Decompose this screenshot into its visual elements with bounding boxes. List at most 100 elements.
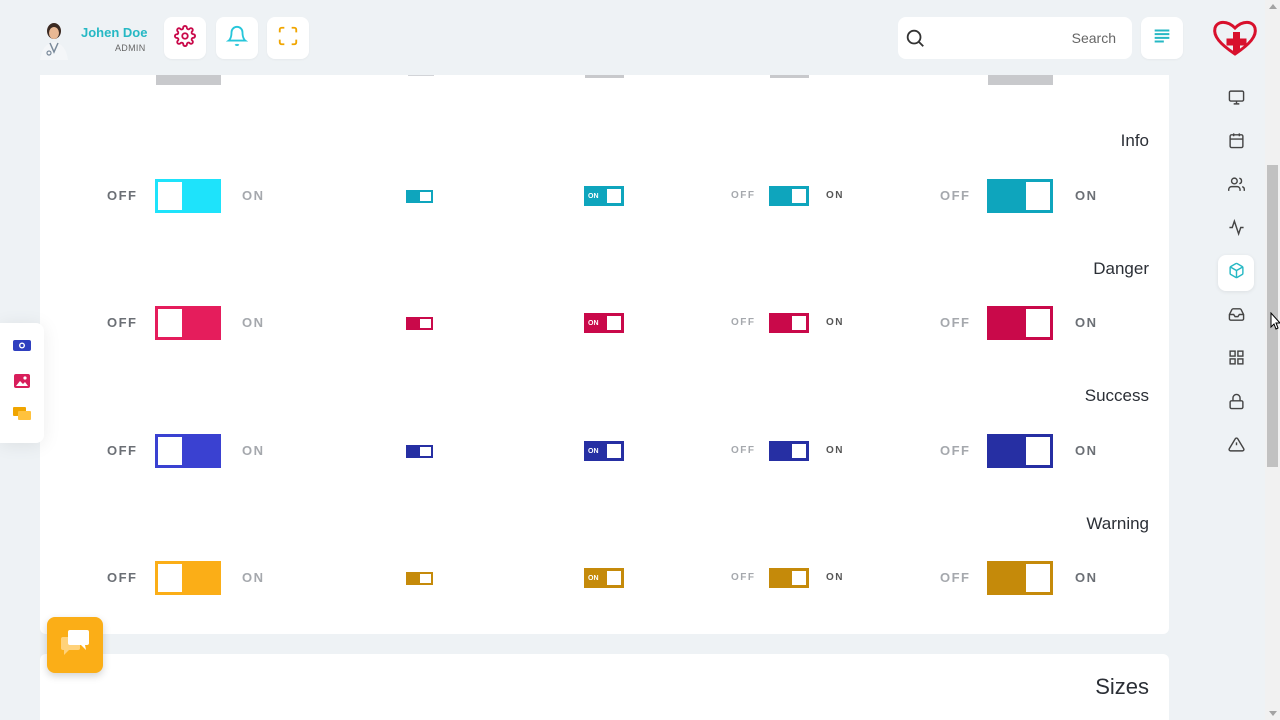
switch-success-xs[interactable] (406, 444, 433, 458)
off-label: OFF (107, 443, 138, 458)
lock-icon (1228, 393, 1245, 415)
off-label: OFF (940, 570, 971, 585)
on-label: ON (1075, 443, 1098, 458)
image-icon (14, 373, 30, 393)
switch-info-xs[interactable] (406, 189, 433, 203)
on-label: ON (826, 445, 844, 456)
switch-info-sm-on[interactable]: ON (584, 186, 624, 206)
off-label: OFF (940, 443, 971, 458)
on-label: ON (826, 572, 844, 583)
switch-colors-card: Info OFF ON ON OFF ON OFF ON Danger OFF ON ON OFF ON O… (40, 40, 1169, 634)
sizes-title: Sizes (1095, 674, 1149, 699)
switch-warning-sm-on[interactable]: ON (584, 568, 624, 588)
camera-icon (13, 338, 31, 357)
switch-knob (158, 309, 182, 337)
on-label: ON (242, 315, 265, 330)
off-label: OFF (731, 317, 756, 328)
on-label: ON (826, 190, 844, 201)
menu-toggle-button[interactable] (1141, 17, 1183, 59)
switch-knob (792, 571, 806, 585)
support-chat-button[interactable] (47, 617, 103, 673)
switch-danger-sm-on[interactable]: ON (584, 313, 624, 333)
search-input[interactable] (934, 17, 1126, 59)
switch-danger-xs[interactable] (406, 316, 433, 330)
group-label-danger: Danger (1093, 259, 1149, 278)
on-label: ON (1075, 570, 1098, 585)
user-name[interactable]: Johen Doe (81, 25, 147, 40)
switch-warning-xs[interactable] (406, 571, 433, 585)
off-label: OFF (107, 315, 138, 330)
switch-info-lg-off[interactable] (155, 179, 221, 213)
sidebar-item-auth[interactable] (1218, 386, 1254, 422)
sidebar-item-inbox[interactable] (1218, 299, 1254, 335)
search-box (898, 17, 1132, 59)
switch-knob (158, 564, 182, 592)
page-scrollbar[interactable] (1265, 0, 1280, 720)
switch-inner-on-label: ON (588, 447, 599, 455)
notifications-button[interactable] (216, 17, 258, 59)
switch-knob (607, 444, 621, 458)
off-label: OFF (731, 445, 756, 456)
floating-tools (0, 323, 44, 443)
floating-image-button[interactable] (12, 373, 32, 393)
menu-lines-icon (1151, 25, 1173, 52)
settings-button[interactable] (164, 17, 206, 59)
search-icon[interactable] (904, 27, 926, 54)
floating-chat-button[interactable] (12, 406, 32, 427)
off-label: OFF (107, 570, 138, 585)
on-label: ON (826, 317, 844, 328)
switch-knob (607, 571, 621, 585)
switch-success-lg-on[interactable] (987, 434, 1053, 468)
switch-warning-lg-on[interactable] (987, 561, 1053, 595)
fullscreen-icon (277, 25, 299, 52)
fullscreen-button[interactable] (267, 17, 309, 59)
grid-icon (1228, 349, 1245, 371)
sidebar-item-activity[interactable] (1218, 212, 1254, 248)
sidebar-item-users[interactable] (1218, 169, 1254, 205)
on-label: ON (1075, 315, 1098, 330)
switch-warning-sm[interactable] (769, 568, 809, 588)
switch-info-lg-on[interactable] (987, 179, 1053, 213)
switch-knob (158, 437, 182, 465)
gear-icon (174, 24, 196, 52)
switch-knob (420, 446, 431, 456)
switch-danger-sm[interactable] (769, 313, 809, 333)
switch-danger-lg-off[interactable] (155, 306, 221, 340)
switch-danger-lg-on[interactable] (987, 306, 1053, 340)
switch-success-lg-off[interactable] (155, 434, 221, 468)
on-label: ON (242, 188, 265, 203)
avatar[interactable] (36, 20, 72, 60)
switch-success-sm-on[interactable]: ON (584, 441, 624, 461)
on-label: ON (1075, 188, 1098, 203)
user-role: ADMIN (115, 43, 146, 53)
group-label-success: Success (1084, 386, 1149, 405)
off-label: OFF (731, 572, 756, 583)
sidebar-item-dashboard[interactable] (1218, 82, 1254, 118)
sidebar-item-calendar[interactable] (1218, 125, 1254, 161)
scroll-up-arrow-icon[interactable] (1269, 4, 1277, 9)
switch-warning-lg-off[interactable] (155, 561, 221, 595)
switch-knob (1026, 309, 1050, 337)
switch-knob (420, 573, 431, 583)
sidebar-item-errors[interactable] (1218, 429, 1254, 465)
switch-knob (158, 182, 182, 210)
switch-info-sm[interactable] (769, 186, 809, 206)
cube-icon (1228, 262, 1245, 284)
switch-knob (792, 189, 806, 203)
calendar-icon (1228, 132, 1245, 154)
switch-knob (1026, 564, 1050, 592)
sizes-card: Sizes (40, 654, 1169, 720)
sidebar-item-components[interactable] (1218, 255, 1254, 291)
chat-bubbles-icon (61, 629, 89, 661)
switch-success-sm[interactable] (769, 441, 809, 461)
scroll-down-arrow-icon[interactable] (1269, 711, 1277, 716)
sidebar-item-apps[interactable] (1218, 342, 1254, 378)
heart-cross-logo[interactable] (1210, 18, 1260, 63)
floating-camera-button[interactable] (12, 337, 32, 357)
bell-icon (225, 25, 249, 52)
switch-inner-on-label: ON (588, 192, 599, 200)
alert-icon (1227, 436, 1245, 458)
users-icon (1227, 176, 1245, 198)
top-header: Johen Doe ADMIN (0, 0, 1265, 75)
off-label: OFF (731, 190, 756, 201)
